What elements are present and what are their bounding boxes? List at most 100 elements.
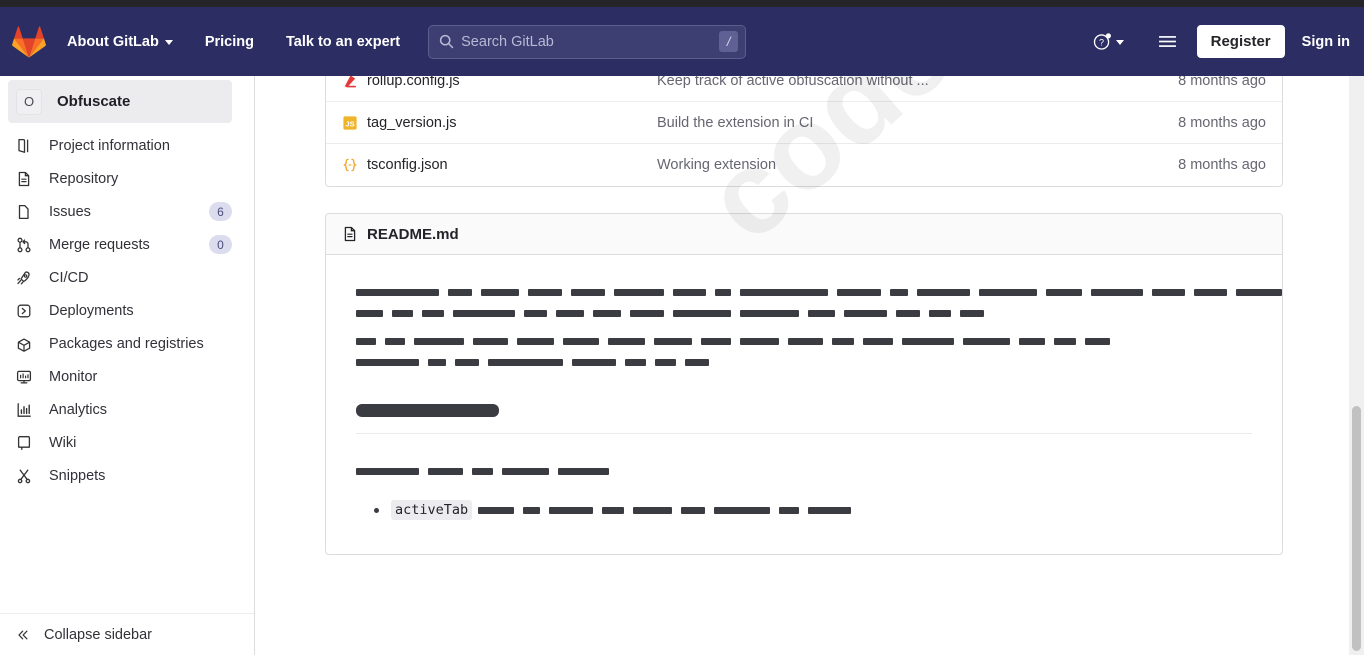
redacted-word-bar	[832, 337, 854, 345]
redacted-line	[356, 464, 1252, 478]
sidebar-item-cicd[interactable]: CI/CD	[0, 261, 254, 294]
redacted-word-bar	[428, 358, 446, 366]
page-scrollbar[interactable]	[1349, 76, 1364, 655]
sidebar-item-label: CI/CD	[49, 269, 89, 286]
double-chevron-left-icon	[18, 630, 28, 639]
nav-link-about-gitlab[interactable]: About GitLab	[67, 28, 173, 56]
scrollbar-thumb[interactable]	[1352, 406, 1361, 651]
repository-content: codeby.net rollup.config.js Keep track o…	[325, 76, 1283, 555]
header-right-actions: ? Register Sign in	[1085, 25, 1350, 58]
commit-message[interactable]: Keep track of active obfuscation without…	[657, 76, 1178, 89]
file-name[interactable]: tsconfig.json	[367, 157, 657, 173]
merge-request-icon	[17, 237, 31, 252]
file-name[interactable]: tag_version.js	[367, 115, 657, 131]
sidebar-item-project-information[interactable]: Project information	[0, 129, 254, 162]
sidebar-item-wiki[interactable]: Wiki	[0, 426, 254, 459]
sidebar-item-label: Packages and registries	[49, 335, 204, 352]
redacted-word-bar	[673, 288, 706, 296]
chevron-down-icon	[1115, 40, 1124, 45]
bullet-dot	[374, 508, 379, 513]
readme-bullet-list: activeTab	[356, 500, 1252, 520]
redacted-word-bar	[608, 337, 645, 345]
json-file-icon	[343, 158, 357, 172]
redacted-word-bar	[556, 309, 584, 317]
redacted-word-bar	[902, 337, 954, 345]
nav-link-talk-to-an-expert[interactable]: Talk to an expert	[286, 28, 400, 56]
redacted-word-bar	[523, 506, 541, 514]
hamburger-menu-button[interactable]	[1148, 28, 1187, 55]
table-row[interactable]: rollup.config.js Keep track of active ob…	[326, 76, 1282, 102]
sidebar-item-label: Deployments	[49, 302, 134, 319]
commit-message[interactable]: Build the extension in CI	[657, 115, 1178, 131]
search-input[interactable]: Search GitLab /	[428, 24, 747, 59]
rollup-file-icon	[344, 76, 356, 87]
redacted-word-bar	[1194, 288, 1227, 296]
help-question-icon: ?	[1093, 33, 1111, 50]
sidebar-item-merge-requests[interactable]: Merge requests 0	[0, 228, 254, 261]
redacted-word-bar	[1152, 288, 1185, 296]
search-shortcut-badge: /	[719, 31, 739, 52]
redacted-word-bar	[414, 337, 464, 345]
redacted-word-bar	[837, 288, 881, 296]
last-update-time: 8 months ago	[1178, 76, 1266, 89]
readme-body: activeTab	[326, 255, 1282, 554]
redacted-word-bar	[890, 288, 908, 296]
last-update-time: 8 months ago	[1178, 157, 1266, 173]
sidebar-item-label: Analytics	[49, 401, 108, 418]
redacted-word-bar	[602, 506, 625, 514]
redacted-word-bar	[740, 309, 799, 317]
redacted-word-bar	[356, 358, 419, 366]
sidebar-item-issues[interactable]: Issues 6	[0, 195, 254, 228]
redacted-line	[478, 506, 852, 514]
redacted-word-bar	[715, 288, 731, 296]
redacted-word-bar	[896, 309, 920, 317]
redacted-subparagraph	[356, 464, 1252, 478]
nav-link-pricing[interactable]: Pricing	[205, 28, 254, 56]
browser-top-strip	[0, 0, 1364, 7]
sidebar-item-repository[interactable]: Repository	[0, 162, 254, 195]
sidebar-item-label: Project information	[49, 137, 170, 154]
register-button[interactable]: Register	[1196, 25, 1285, 58]
redacted-word-bar	[448, 288, 472, 296]
collapse-sidebar-button[interactable]: Collapse sidebar	[0, 613, 254, 655]
merge-requests-count-badge: 0	[209, 235, 232, 254]
list-item: activeTab	[374, 500, 1252, 520]
sidebar-item-label: Snippets	[49, 467, 106, 484]
redacted-word-bar	[1236, 288, 1282, 296]
redacted-word-bar	[614, 288, 664, 296]
redacted-paragraph	[356, 285, 1282, 320]
sign-in-link[interactable]: Sign in	[1302, 34, 1350, 50]
header-nav-links: About GitLab Pricing Talk to an expert	[67, 28, 400, 56]
redacted-word-bar	[633, 506, 673, 514]
redacted-word-bar	[502, 467, 549, 475]
table-row[interactable]: tsconfig.json Working extension 8 months…	[326, 144, 1282, 186]
commit-message[interactable]: Working extension	[657, 157, 1178, 173]
redacted-word-bar	[524, 309, 547, 317]
sidebar-item-snippets[interactable]: Snippets	[0, 459, 254, 492]
redacted-word-bar	[979, 288, 1037, 296]
file-name[interactable]: rollup.config.js	[367, 76, 657, 89]
redacted-word-bar	[673, 309, 731, 317]
sidebar-item-deployments[interactable]: Deployments	[0, 294, 254, 327]
project-name: Obfuscate	[57, 93, 131, 110]
project-sidebar: O Obfuscate Project information Reposito…	[0, 76, 255, 655]
sidebar-item-analytics[interactable]: Analytics	[0, 393, 254, 426]
redacted-word-bar	[630, 309, 664, 317]
redacted-word-bar	[863, 337, 893, 345]
redacted-heading	[356, 404, 1252, 434]
sidebar-project-header[interactable]: O Obfuscate	[8, 80, 232, 123]
sidebar-item-monitor[interactable]: Monitor	[0, 360, 254, 393]
project-avatar: O	[16, 88, 42, 115]
redacted-paragraphs	[356, 285, 1282, 369]
redacted-word-bar	[453, 309, 515, 317]
sidebar-item-label: Repository	[49, 170, 119, 187]
issues-count-badge: 6	[209, 202, 232, 221]
help-menu-button[interactable]: ?	[1085, 26, 1132, 57]
sidebar-item-packages-and-registries[interactable]: Packages and registries	[0, 327, 254, 360]
gitlab-fox-logo[interactable]	[12, 25, 46, 59]
table-row[interactable]: JS tag_version.js Build the extension in…	[326, 102, 1282, 144]
search-placeholder: Search GitLab	[461, 33, 554, 50]
redacted-word-bar	[488, 358, 563, 366]
redacted-line	[356, 334, 1252, 348]
sidebar-item-label: Merge requests	[49, 236, 150, 253]
